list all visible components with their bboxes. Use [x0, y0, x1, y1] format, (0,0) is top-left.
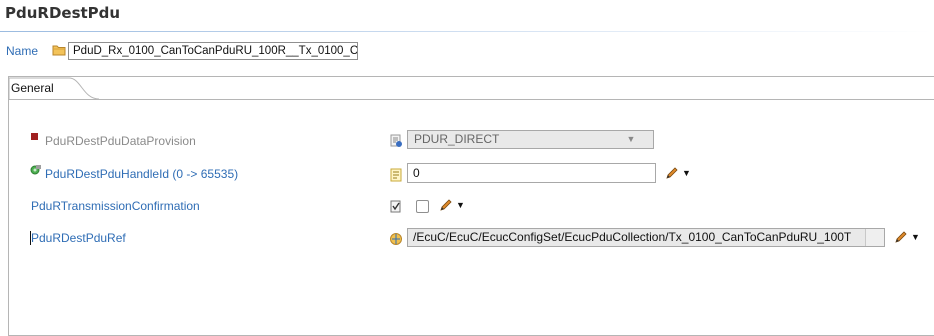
number-icon — [389, 168, 403, 182]
title-divider — [0, 31, 934, 32]
down-triangle-icon[interactable]: ▼ — [682, 168, 691, 178]
tab-general[interactable]: General — [9, 77, 101, 100]
data-provision-combo[interactable]: PDUR_DIRECT ▼ — [407, 130, 654, 149]
down-triangle-icon[interactable]: ▼ — [623, 133, 639, 146]
pencil-icon[interactable] — [439, 198, 453, 212]
transmission-confirmation-label: PduRTransmissionConfirmation — [31, 199, 200, 213]
down-triangle-icon[interactable]: ▼ — [456, 200, 465, 210]
handle-id-label: PduRDestPduHandleId (0 -> 65535) — [45, 167, 239, 181]
data-provision-value: PDUR_DIRECT — [414, 132, 500, 146]
editor-title: PduRDestPdu — [5, 4, 121, 22]
dest-pdu-ref-field[interactable]: /EcuC/EcuC/EcucConfigSet/EcucPduCollecti… — [407, 228, 885, 247]
tab-bar: General — [9, 77, 934, 100]
pencil-icon[interactable] — [665, 166, 679, 180]
data-provision-label: PduRDestPduDataProvision — [45, 134, 196, 148]
enum-icon — [389, 134, 403, 148]
tab-general-label: General — [11, 81, 54, 95]
handle-id-input[interactable]: 0 — [407, 163, 656, 183]
transmission-confirmation-checkbox[interactable] — [416, 200, 429, 213]
reference-browse-button[interactable] — [865, 229, 884, 246]
green-gear-icon — [30, 165, 44, 179]
dest-pdu-ref-value: /EcuC/EcuC/EcucConfigSet/EcucPduCollecti… — [413, 230, 852, 244]
pencil-icon[interactable] — [894, 230, 908, 244]
dest-pdu-ref-label: PduRDestPduRef — [31, 231, 126, 245]
name-label: Name — [6, 44, 39, 58]
down-triangle-icon[interactable]: ▼ — [911, 232, 920, 242]
boolean-icon — [389, 200, 403, 214]
name-field[interactable]: PduD_Rx_0100_CanToCanPduRU_100R__Tx_0100… — [68, 42, 358, 60]
folder-icon — [52, 44, 66, 56]
globe-link-icon — [389, 232, 403, 246]
red-square-icon — [30, 132, 44, 146]
